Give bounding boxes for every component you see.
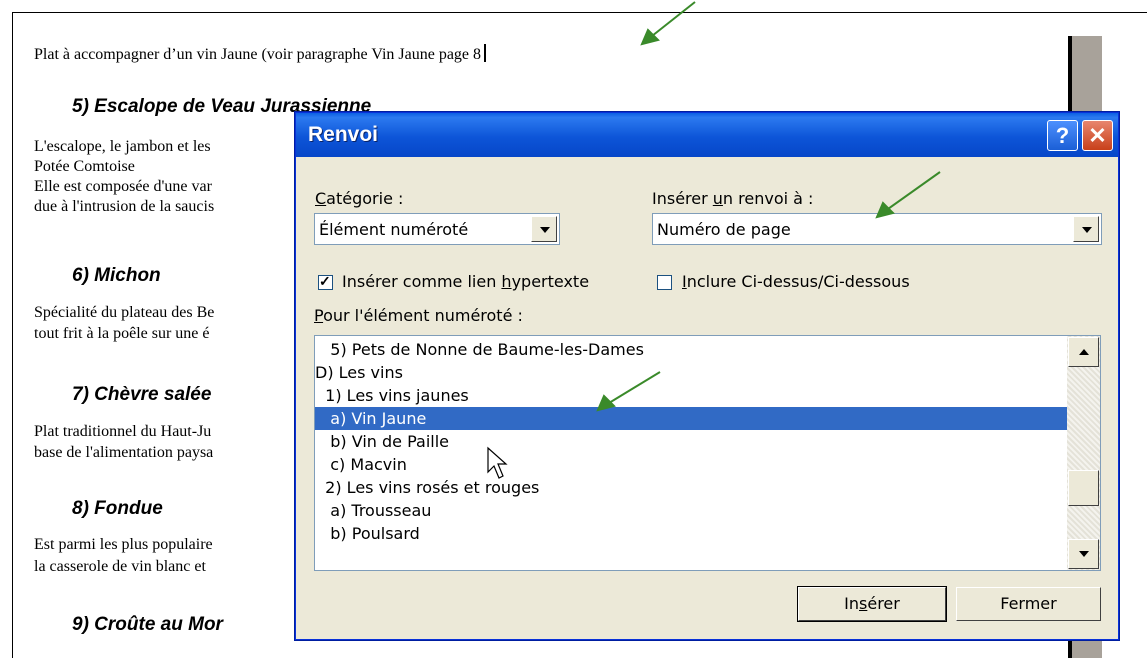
scroll-down-icon[interactable] bbox=[1068, 539, 1099, 569]
doc-line: base de l'alimentation paysa bbox=[34, 444, 214, 461]
list-item[interactable]: 5) Pets de Nonne de Baume-les-Dames bbox=[315, 338, 1067, 361]
heading-8: 8) Fondue bbox=[72, 498, 163, 519]
doc-line: Spécialité du plateau des Be bbox=[34, 304, 215, 321]
help-button[interactable]: ? bbox=[1047, 120, 1078, 151]
page-border bbox=[12, 12, 13, 658]
close-button[interactable]: ✕ bbox=[1082, 120, 1113, 151]
heading-7: 7) Chèvre salée bbox=[72, 384, 212, 405]
reference-type-select[interactable]: Numéro de page bbox=[652, 213, 1102, 245]
list-item[interactable]: a) Trousseau bbox=[315, 499, 1067, 522]
cross-reference-dialog: Renvoi ? ✕ Catégorie : Élément numéroté … bbox=[295, 112, 1119, 640]
doc-line: Potée Comtoise bbox=[34, 158, 135, 175]
doc-line: Plat à accompagner d’un vin Jaune (voir … bbox=[34, 44, 487, 64]
chevron-down-icon[interactable] bbox=[531, 216, 557, 242]
heading-6: 6) Michon bbox=[72, 265, 161, 286]
chevron-down-icon[interactable] bbox=[1073, 216, 1099, 242]
for-item-label: Pour l'élément numéroté : bbox=[314, 306, 523, 325]
list-item[interactable]: b) Vin de Paille bbox=[315, 430, 1067, 453]
scroll-thumb[interactable] bbox=[1068, 470, 1099, 506]
doc-line: tout frit à la poêle sur une é bbox=[34, 325, 210, 342]
list-item-selected[interactable]: a) Vin Jaune bbox=[315, 407, 1067, 430]
doc-line: Est parmi les plus populaire bbox=[34, 536, 213, 553]
above-below-checkbox[interactable] bbox=[657, 275, 672, 290]
category-value: Élément numéroté bbox=[319, 220, 469, 239]
doc-line: Elle est composée d'une var bbox=[34, 178, 212, 195]
list-item[interactable]: D) Les vins bbox=[315, 361, 1067, 384]
doc-text: Plat à accompagner d’un vin Jaune (voir … bbox=[34, 46, 482, 63]
scroll-up-icon[interactable] bbox=[1068, 337, 1099, 367]
insert-button[interactable]: Insérer bbox=[797, 586, 947, 622]
list-item[interactable]: 1) Les vins jaunes bbox=[315, 384, 1067, 407]
doc-line: Plat traditionnel du Haut-Ju bbox=[34, 423, 212, 440]
category-label: Catégorie : bbox=[315, 189, 404, 208]
list-item[interactable]: 2) Les vins rosés et rouges bbox=[315, 476, 1067, 499]
page-border bbox=[12, 12, 1147, 13]
doc-line: la casserole de vin blanc et bbox=[34, 558, 206, 575]
hyperlink-label[interactable]: Insérer comme lien hypertexte bbox=[342, 272, 589, 291]
numbered-items-list[interactable]: 5) Pets de Nonne de Baume-les-Dames D) L… bbox=[314, 335, 1101, 571]
list-item[interactable]: b) Poulsard bbox=[315, 522, 1067, 545]
close-dialog-button[interactable]: Fermer bbox=[956, 587, 1101, 621]
heading-9: 9) Croûte au Mor bbox=[72, 614, 223, 635]
close-icon: ✕ bbox=[1088, 123, 1107, 148]
doc-line: due à l'intrusion de la saucis bbox=[34, 198, 215, 215]
list-item[interactable]: c) Macvin bbox=[315, 453, 1067, 476]
hyperlink-checkbox[interactable] bbox=[318, 273, 333, 290]
text-cursor bbox=[484, 44, 487, 62]
dialog-titlebar[interactable]: Renvoi ? ✕ bbox=[296, 113, 1118, 157]
dialog-title: Renvoi bbox=[308, 123, 379, 146]
above-below-label[interactable]: Inclure Ci-dessus/Ci-dessous bbox=[682, 272, 910, 291]
help-icon: ? bbox=[1055, 123, 1070, 148]
list-scrollbar[interactable] bbox=[1067, 336, 1100, 570]
reference-type-label: Insérer un renvoi à : bbox=[652, 189, 814, 208]
doc-line: L'escalope, le jambon et les bbox=[34, 138, 211, 155]
category-select[interactable]: Élément numéroté bbox=[314, 213, 560, 245]
reference-type-value: Numéro de page bbox=[657, 220, 791, 239]
